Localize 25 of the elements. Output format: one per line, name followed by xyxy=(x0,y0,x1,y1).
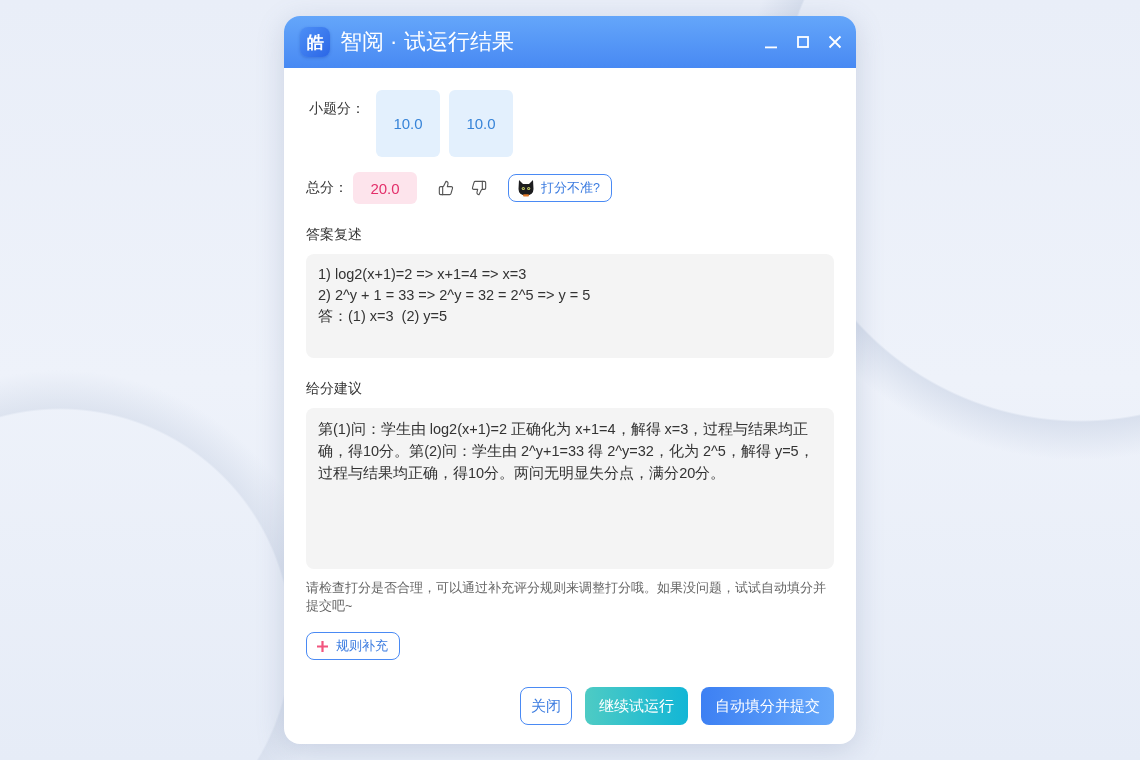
footer-button[interactable]: 关闭 xyxy=(520,687,572,725)
plus-icon xyxy=(317,640,328,652)
section-heading: 给分建议 xyxy=(306,380,363,398)
feedback-button[interactable]: 打分不准? xyxy=(508,174,612,202)
thumbs-down-icon[interactable] xyxy=(471,180,487,196)
app-logo: 皓 xyxy=(300,27,330,57)
close-icon[interactable] xyxy=(828,35,842,49)
answer-line: 答：(1) x=3 (2) y=5 xyxy=(318,307,449,326)
footer-button[interactable]: 自动填分并提交 xyxy=(701,687,834,725)
thumbs-up-icon[interactable] xyxy=(438,180,454,196)
answer-line: 2) 2^y + 1 = 33 => 2^y = 32 = 2^5 => y = 5 xyxy=(318,286,592,305)
sub-score-label: 小题分： xyxy=(308,100,366,118)
maximize-icon[interactable] xyxy=(796,35,810,49)
cat-icon xyxy=(517,179,535,197)
footer-button[interactable]: 继续试运行 xyxy=(585,687,688,725)
sub-score-value: 10.0 xyxy=(376,90,440,157)
total-score-value: 20.0 xyxy=(353,172,417,204)
window-title: 智阅 · 试运行结果 xyxy=(340,28,514,56)
answer-line: 1) log2(x+1)=2 => x+1=4 => x=3 xyxy=(318,265,528,284)
grading-suggestion-text: 第(1)问：学生由 log2(x+1)=2 正确化为 x+1=4，解得 x=3，过程与结果均正确，得10分。第(2)问：学生由 2^y+1=33 得 2^y=32，化为 2^5，解得 y=5，过程与结果均正确，得10分。两问无明显失分点，满分20分。 xyxy=(318,420,815,483)
add-rule-button[interactable]: 规则补充 xyxy=(306,632,400,660)
sub-score-value: 10.0 xyxy=(449,90,513,157)
section-heading: 答案复述 xyxy=(306,226,363,244)
hint-text: 请检查打分是否合理，可以通过补充评分规则来调整打分哦。如果没问题，试试自动填分并提交吧~ xyxy=(306,580,827,615)
total-score-label: 总分： xyxy=(306,179,349,197)
